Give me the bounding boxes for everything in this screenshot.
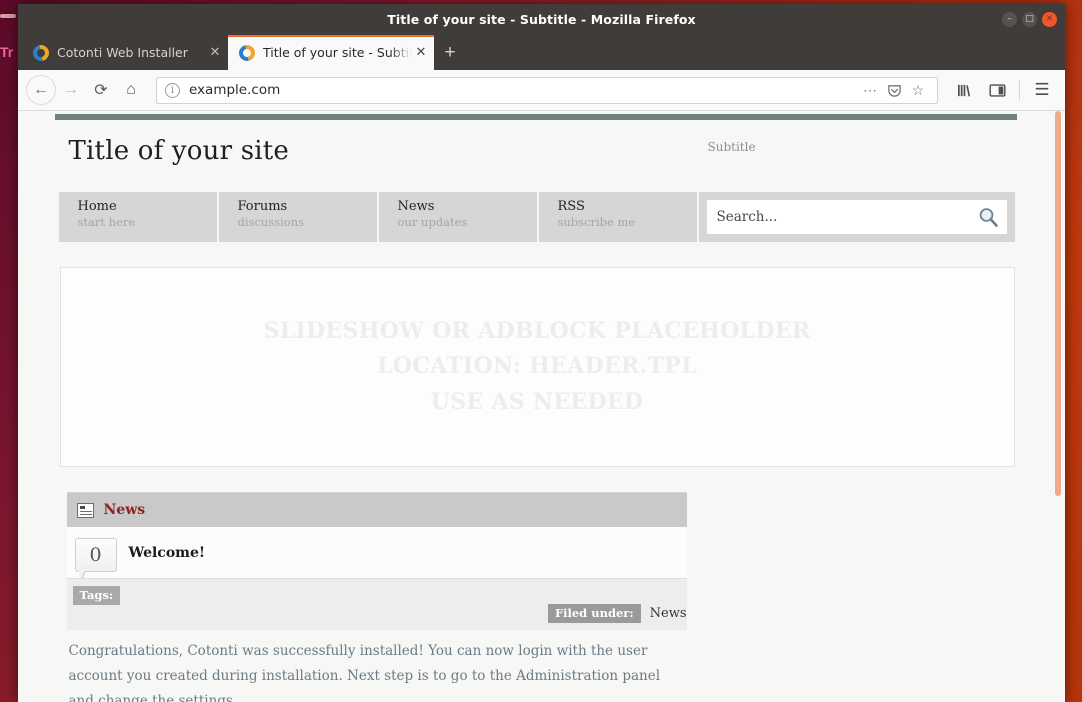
web-page: Title of your site Subtitle Home start h…: [18, 111, 1051, 702]
firefox-window: Title of your site - Subtitle - Mozilla …: [18, 4, 1065, 702]
search-input[interactable]: Search...: [706, 200, 1007, 234]
nav-item-rss[interactable]: RSS subscribe me: [538, 192, 699, 242]
tab-strip: Cotonti Web Installer ✕ Title of your si…: [18, 35, 1065, 70]
toolbar-separator: [1019, 80, 1020, 100]
post-body-text: Congratulations, Cotonti was successfull…: [68, 643, 661, 702]
magnifier-icon[interactable]: [977, 206, 999, 228]
nav-item-title: Forums: [237, 199, 288, 214]
nav-item-subtitle: our updates: [397, 215, 468, 230]
site-subtitle: Subtitle: [707, 140, 756, 154]
slideshow-line-2: LOCATION: HEADER.TPL: [377, 353, 697, 380]
address-bar[interactable]: i example.com ⋯ ☆: [156, 76, 938, 104]
library-icon[interactable]: [950, 75, 980, 105]
news-block-header: News: [66, 492, 687, 527]
comment-count: 0: [74, 538, 117, 572]
scrollbar-thumb[interactable]: [1055, 111, 1061, 496]
home-button[interactable]: ⌂: [116, 75, 146, 105]
nav-item-subtitle: subscribe me: [557, 215, 636, 230]
page-actions-icon[interactable]: ⋯: [859, 79, 881, 101]
post-title[interactable]: Welcome!: [129, 538, 206, 561]
page-viewport: Title of your site Subtitle Home start h…: [18, 111, 1065, 702]
search-placeholder-text: Search...: [716, 209, 778, 225]
nav-item-news[interactable]: News our updates: [378, 192, 539, 242]
filed-under-label: Filed under:: [547, 604, 641, 623]
slideshow-line-1: SLIDESHOW OR ADBLOCK PLACEHOLDER: [263, 317, 811, 344]
browser-toolbar: ← → ⟳ ⌂ i example.com ⋯ ☆ ☰: [18, 70, 1065, 111]
news-block: News 0 Welcome! Tags: Filed under: News …: [66, 492, 687, 702]
tab-label: Cotonti Web Installer: [57, 45, 188, 60]
close-icon[interactable]: ✕: [206, 44, 224, 62]
desktop-edge-text: Tr: [0, 44, 14, 60]
cotonti-favicon: [235, 41, 259, 64]
site-container: Title of your site Subtitle Home start h…: [55, 120, 1015, 702]
site-title: Title of your site: [68, 136, 289, 166]
cotonti-favicon: [29, 41, 53, 64]
newspaper-icon: [76, 502, 94, 518]
site-info-icon[interactable]: i: [165, 82, 180, 98]
sidebar-icon[interactable]: [982, 75, 1012, 105]
toolbar-right-group: ☰: [950, 75, 1057, 105]
hamburger-menu-icon[interactable]: ☰: [1027, 75, 1057, 105]
news-block-title: News: [103, 502, 146, 518]
filed-under-value[interactable]: News: [650, 606, 687, 621]
back-button[interactable]: ←: [26, 75, 56, 105]
site-header: Title of your site Subtitle: [58, 120, 1015, 182]
minimize-button[interactable]: –: [1002, 12, 1017, 27]
nav-item-title: Home: [77, 199, 117, 214]
tab-label: Title of your site - Subtitl: [263, 45, 412, 60]
tab-title-of-your-site[interactable]: Title of your site - Subtitl ✕: [228, 35, 434, 70]
main-navigation: Home start here Forums discussions News …: [58, 192, 1015, 242]
maximize-button[interactable]: □: [1022, 12, 1037, 27]
pocket-icon[interactable]: [883, 79, 905, 101]
search-area: Search...: [698, 192, 1015, 242]
nav-item-forums[interactable]: Forums discussions: [218, 192, 379, 242]
window-title: Title of your site - Subtitle - Mozilla …: [387, 12, 696, 27]
nav-item-home[interactable]: Home start here: [58, 192, 219, 242]
close-icon[interactable]: ✕: [412, 44, 430, 62]
tags-label: Tags:: [72, 586, 121, 605]
window-titlebar: Title of your site - Subtitle - Mozilla …: [18, 4, 1065, 35]
window-controls: – □ ✕: [1002, 4, 1057, 35]
reload-button[interactable]: ⟳: [86, 75, 116, 105]
comment-count-bubble[interactable]: 0: [74, 538, 117, 587]
page-scrollbar[interactable]: [1051, 111, 1065, 702]
tab-cotonti-web-installer[interactable]: Cotonti Web Installer ✕: [22, 35, 228, 70]
nav-item-subtitle: discussions: [237, 215, 305, 230]
url-input[interactable]: example.com: [189, 82, 857, 98]
post-meta-row: Tags: Filed under: News: [66, 578, 687, 630]
nav-item-subtitle: start here: [77, 215, 136, 230]
bookmark-star-icon[interactable]: ☆: [907, 79, 929, 101]
close-button[interactable]: ✕: [1042, 12, 1057, 27]
nav-item-title: RSS: [557, 199, 585, 214]
new-tab-button[interactable]: +: [434, 35, 466, 70]
forward-button[interactable]: →: [56, 75, 86, 105]
filed-under-row: Filed under: News: [547, 604, 687, 623]
nav-item-title: News: [397, 199, 435, 214]
slideshow-placeholder: SLIDESHOW OR ADBLOCK PLACEHOLDER LOCATIO…: [59, 267, 1015, 467]
slideshow-line-3: USE AS NEEDED: [430, 388, 644, 415]
desktop-decoration: [0, 14, 16, 18]
news-post: 0 Welcome!: [66, 527, 687, 587]
